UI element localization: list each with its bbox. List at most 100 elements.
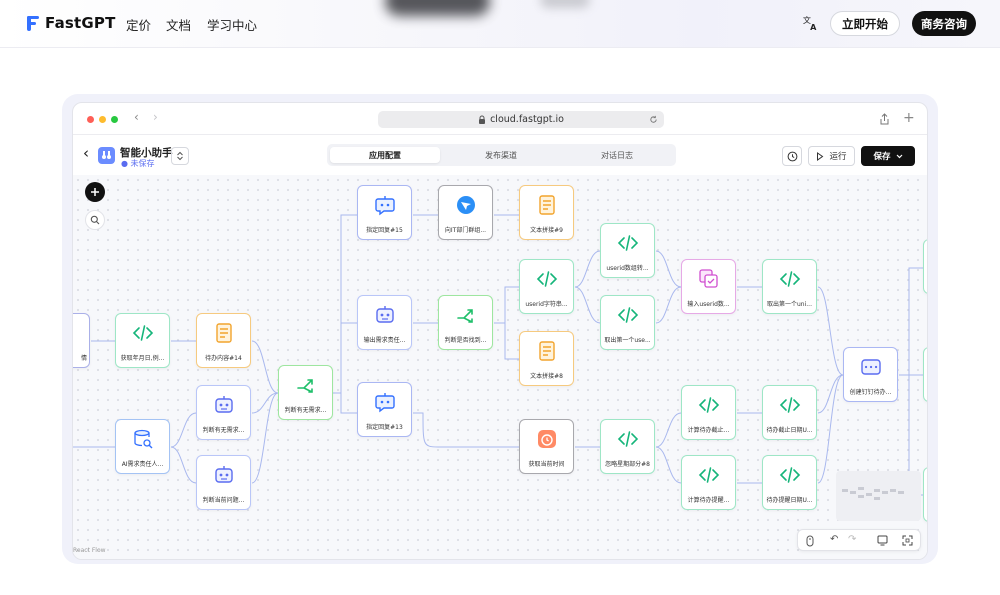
- code-icon: [617, 307, 638, 323]
- robot-icon: [214, 466, 233, 483]
- workflow-node[interactable]: 忽略星期部分#8: [600, 419, 655, 474]
- close-dot[interactable]: [87, 116, 94, 123]
- tab-chat-logs[interactable]: 对话日志: [562, 147, 672, 163]
- play-icon: [817, 151, 824, 161]
- workflow-node[interactable]: 判断有无需求...: [196, 385, 251, 440]
- reply-bot-icon: [374, 196, 395, 216]
- browser-window: ‹ › cloud.fastgpt.io + ‹ 智能小助手 ● 未保存 应用配…: [72, 102, 928, 560]
- canvas-controls: ↶ ↷: [797, 529, 921, 551]
- workflow-node[interactable]: 待办内容#14: [196, 313, 251, 368]
- save-label: 保存: [873, 152, 891, 162]
- clock-icon: [537, 430, 556, 448]
- form-input-icon: [698, 269, 718, 288]
- redo-icon[interactable]: ↷: [848, 534, 856, 545]
- nav-docs[interactable]: 文档: [166, 15, 191, 34]
- back-icon[interactable]: ‹: [134, 110, 139, 124]
- fit-view-icon[interactable]: [877, 535, 888, 546]
- save-status: ● 未保存: [121, 159, 155, 168]
- undo-icon[interactable]: ↶: [830, 534, 838, 545]
- workflow-node[interactable]: 判断是否找到...: [438, 295, 493, 350]
- history-button[interactable]: [782, 146, 802, 166]
- nav-learning-center[interactable]: 学习中心: [207, 15, 257, 34]
- workflow-node[interactable]: 待办提醒日期U...: [762, 455, 817, 510]
- workflow-node[interactable]: [923, 239, 927, 294]
- workflow-node[interactable]: 判断当前问题...: [196, 455, 251, 510]
- minimize-dot[interactable]: [99, 116, 106, 123]
- workflow-node[interactable]: 文本拼接#9: [519, 185, 574, 240]
- workflow-node[interactable]: 计算待办截止...: [681, 385, 736, 440]
- code-icon: [779, 467, 800, 483]
- branch-icon: [456, 309, 473, 323]
- site-header: FastGPT 定价 文档 学习中心 文 A 立即开始 商务咨询: [0, 0, 1000, 48]
- workflow-node[interactable]: 取出第一个uni...: [762, 259, 817, 314]
- workflow-node[interactable]: 判断有无需求...: [278, 365, 333, 420]
- tab-app-config[interactable]: 应用配置: [330, 147, 440, 163]
- code-icon: [698, 397, 719, 413]
- text-document-icon: [538, 195, 555, 215]
- code-icon: [698, 467, 719, 483]
- maximize-dot[interactable]: [111, 116, 118, 123]
- workflow-node[interactable]: 指定回复#13: [357, 382, 412, 437]
- code-icon: [132, 325, 153, 341]
- workflow-node[interactable]: 获取当前时间: [519, 419, 574, 474]
- blurred-decoration: [540, 0, 590, 8]
- fullscreen-icon[interactable]: [902, 535, 913, 546]
- tab-publish-channel[interactable]: 发布渠道: [446, 147, 556, 163]
- svg-text:A: A: [810, 22, 817, 32]
- brand-name: FastGPT: [45, 14, 116, 32]
- fastgpt-logo[interactable]: FastGPT: [27, 14, 116, 32]
- workflow-node[interactable]: 文本拼接#8: [519, 331, 574, 386]
- workflow-node[interactable]: 待办截止日期U...: [762, 385, 817, 440]
- share-icon[interactable]: [879, 113, 890, 125]
- reload-icon[interactable]: [649, 115, 658, 124]
- workflow-node[interactable]: 输出需求责任...: [357, 295, 412, 350]
- workflow-node[interactable]: 取出第一个use...: [600, 295, 655, 350]
- text-document-icon: [215, 323, 232, 343]
- new-tab-icon[interactable]: +: [903, 110, 915, 126]
- lock-icon: [479, 115, 486, 124]
- workflow-canvas[interactable]: 情 获取年月日,例... 待办内容#14 AI需求责任人... 判断有无需求..…: [73, 175, 927, 559]
- address-bar[interactable]: cloud.fastgpt.io: [378, 111, 664, 128]
- url-text: cloud.fastgpt.io: [490, 114, 564, 125]
- minimap-preview: [842, 487, 904, 500]
- app-switch-button[interactable]: [171, 147, 189, 165]
- app-header: ‹ 智能小助手 ● 未保存 应用配置 发布渠道 对话日志 运行 保存: [73, 136, 927, 174]
- code-icon: [536, 271, 557, 287]
- save-button[interactable]: 保存: [861, 146, 915, 166]
- code-icon: [617, 431, 638, 447]
- workflow-node[interactable]: userid数组转...: [600, 223, 655, 278]
- clock-icon: [787, 151, 797, 161]
- nav-pricing[interactable]: 定价: [126, 15, 151, 34]
- feishu-icon: [456, 196, 475, 214]
- workflow-node[interactable]: 向IT部门群组...: [438, 185, 493, 240]
- back-arrow-icon[interactable]: ‹: [83, 144, 89, 162]
- run-button[interactable]: 运行: [808, 146, 855, 166]
- workflow-node[interactable]: AI需求责任人...: [115, 419, 170, 474]
- translate-icon[interactable]: 文 A: [802, 14, 820, 32]
- run-label: 运行: [829, 152, 847, 162]
- workflow-node[interactable]: 输入userid数...: [681, 259, 736, 314]
- minimap[interactable]: [836, 471, 921, 521]
- workflow-node[interactable]: 指定回复#15: [357, 185, 412, 240]
- chevron-updown-icon: [177, 151, 183, 161]
- chevron-down-icon: [896, 154, 902, 158]
- workflow-node[interactable]: 情: [73, 313, 90, 368]
- mouse-icon[interactable]: [806, 535, 814, 547]
- workflow-node[interactable]: userid字符串...: [519, 259, 574, 314]
- workflow-node[interactable]: 获取年月日,例...: [115, 313, 170, 368]
- forward-icon[interactable]: ›: [153, 110, 158, 124]
- browser-toolbar: ‹ › cloud.fastgpt.io +: [73, 103, 927, 135]
- start-now-button[interactable]: 立即开始: [830, 11, 900, 36]
- react-flow-attribution[interactable]: React Flow: [73, 547, 106, 554]
- workflow-node[interactable]: [923, 467, 927, 522]
- workflow-node[interactable]: 计算待办提醒...: [681, 455, 736, 510]
- branch-icon: [296, 379, 313, 393]
- database-search-icon: [133, 429, 152, 449]
- workflow-node[interactable]: 创建钉钉待办...: [843, 347, 898, 402]
- fastgpt-logo-icon: [27, 15, 39, 31]
- contact-sales-button[interactable]: 商务咨询: [912, 11, 976, 36]
- workflow-node[interactable]: [923, 347, 927, 402]
- dingtalk-todo-icon: [860, 359, 881, 375]
- text-document-icon: [538, 341, 555, 361]
- reply-bot-icon: [374, 393, 395, 413]
